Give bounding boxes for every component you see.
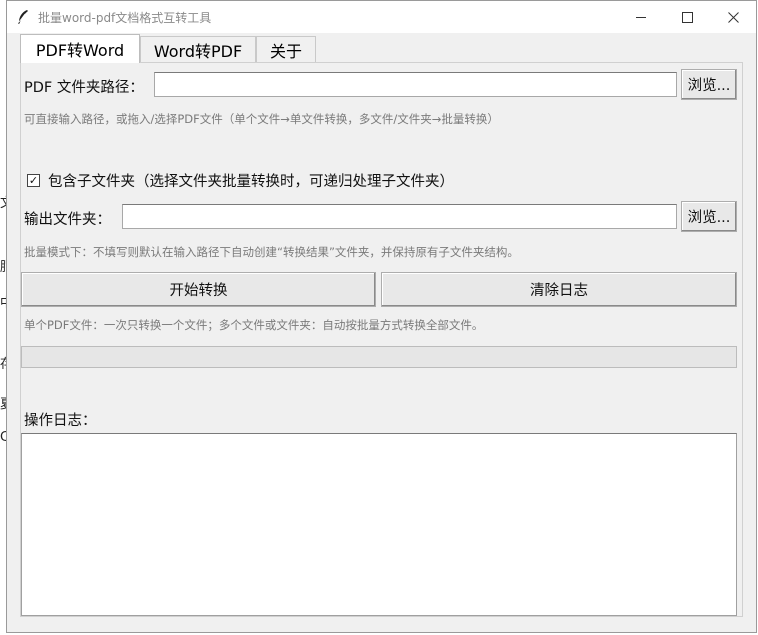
log-textarea[interactable] — [21, 433, 737, 616]
window-title: 批量word-pdf文档格式互转工具 — [38, 10, 212, 25]
pdf-to-word-panel: PDF 文件夹路径： 浏览... 可直接输入路径，或拖入/选择PDF文件（单个文… — [20, 62, 743, 617]
progress-bar — [21, 346, 737, 368]
app-window: 批量word-pdf文档格式互转工具 PDF转Word Word转PDF 关于 … — [6, 0, 757, 633]
minimize-icon — [636, 16, 646, 18]
title-bar[interactable]: 批量word-pdf文档格式互转工具 — [7, 1, 756, 33]
output-folder-browse-button[interactable]: 浏览... — [681, 201, 737, 232]
start-convert-button[interactable]: 开始转换 — [21, 272, 376, 307]
close-icon — [727, 11, 739, 23]
pdf-folder-input[interactable] — [154, 72, 677, 97]
clear-log-button[interactable]: 清除日志 — [381, 272, 737, 307]
minimize-button[interactable] — [618, 1, 664, 33]
include-subfolders-label: 包含子文件夹（选择文件夹批量转换时，可递归处理子文件夹） — [48, 174, 454, 190]
maximize-icon — [681, 11, 693, 23]
pdf-folder-hint: 可直接输入路径，或拖入/选择PDF文件（单个文件→单文件转换，多文件/文件夹→批… — [24, 112, 499, 126]
include-subfolders-checkbox[interactable]: ✓ 包含子文件夹（选择文件夹批量转换时，可递归处理子文件夹） — [27, 170, 454, 191]
checkbox-check-icon: ✓ — [27, 174, 40, 187]
tab-word-to-pdf[interactable]: Word转PDF — [140, 36, 256, 62]
tab-pdf-to-word[interactable]: PDF转Word — [20, 34, 140, 63]
maximize-button[interactable] — [664, 1, 710, 33]
output-folder-input[interactable] — [122, 204, 677, 229]
log-label: 操作日志： — [24, 413, 97, 429]
output-folder-hint: 批量模式下：不填写则默认在输入路径下自动创建“转换结果”文件夹，并保持原有子文件… — [24, 245, 519, 259]
pdf-folder-browse-button[interactable]: 浏览... — [681, 69, 737, 100]
feather-icon — [18, 10, 28, 24]
output-folder-label: 输出文件夹： — [24, 212, 111, 228]
tab-about[interactable]: 关于 — [256, 36, 316, 62]
pdf-folder-label: PDF 文件夹路径： — [24, 80, 144, 96]
actions-hint: 单个PDF文件：一次只转换一个文件；多个文件或文件夹：自动按批量方式转换全部文件… — [24, 318, 484, 332]
close-button[interactable] — [710, 1, 756, 33]
